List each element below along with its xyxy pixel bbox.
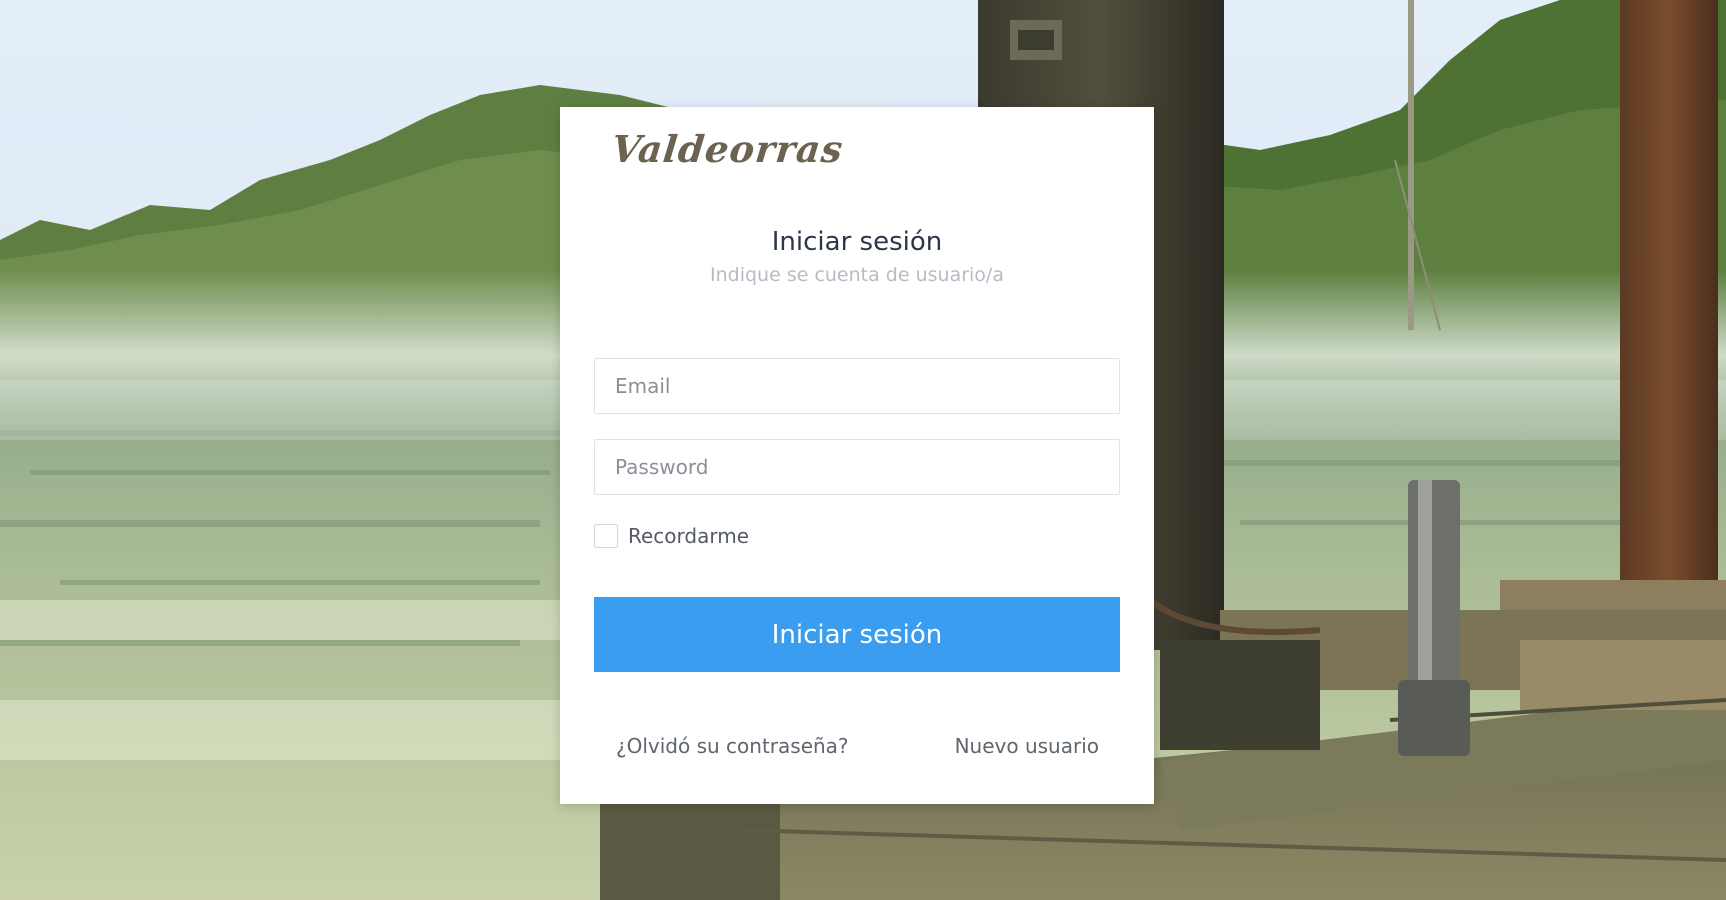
forgot-password-link[interactable]: ¿Olvidó su contraseña? — [616, 734, 849, 758]
remember-checkbox[interactable] — [594, 524, 618, 548]
page-subtitle: Indique se cuenta de usuario/a — [710, 264, 1004, 286]
remember-me[interactable]: Recordarme — [594, 524, 749, 548]
new-user-link[interactable]: Nuevo usuario — [955, 734, 1099, 758]
brand-logo: Valdeorras — [609, 127, 846, 171]
email-field[interactable] — [594, 358, 1120, 414]
remember-label: Recordarme — [628, 524, 750, 548]
login-card: Valdeorras Iniciar sesión Indique se cue… — [560, 107, 1154, 804]
page-title: Iniciar sesión — [771, 227, 943, 257]
password-field[interactable] — [594, 439, 1120, 495]
login-button[interactable]: Iniciar sesión — [594, 597, 1120, 672]
